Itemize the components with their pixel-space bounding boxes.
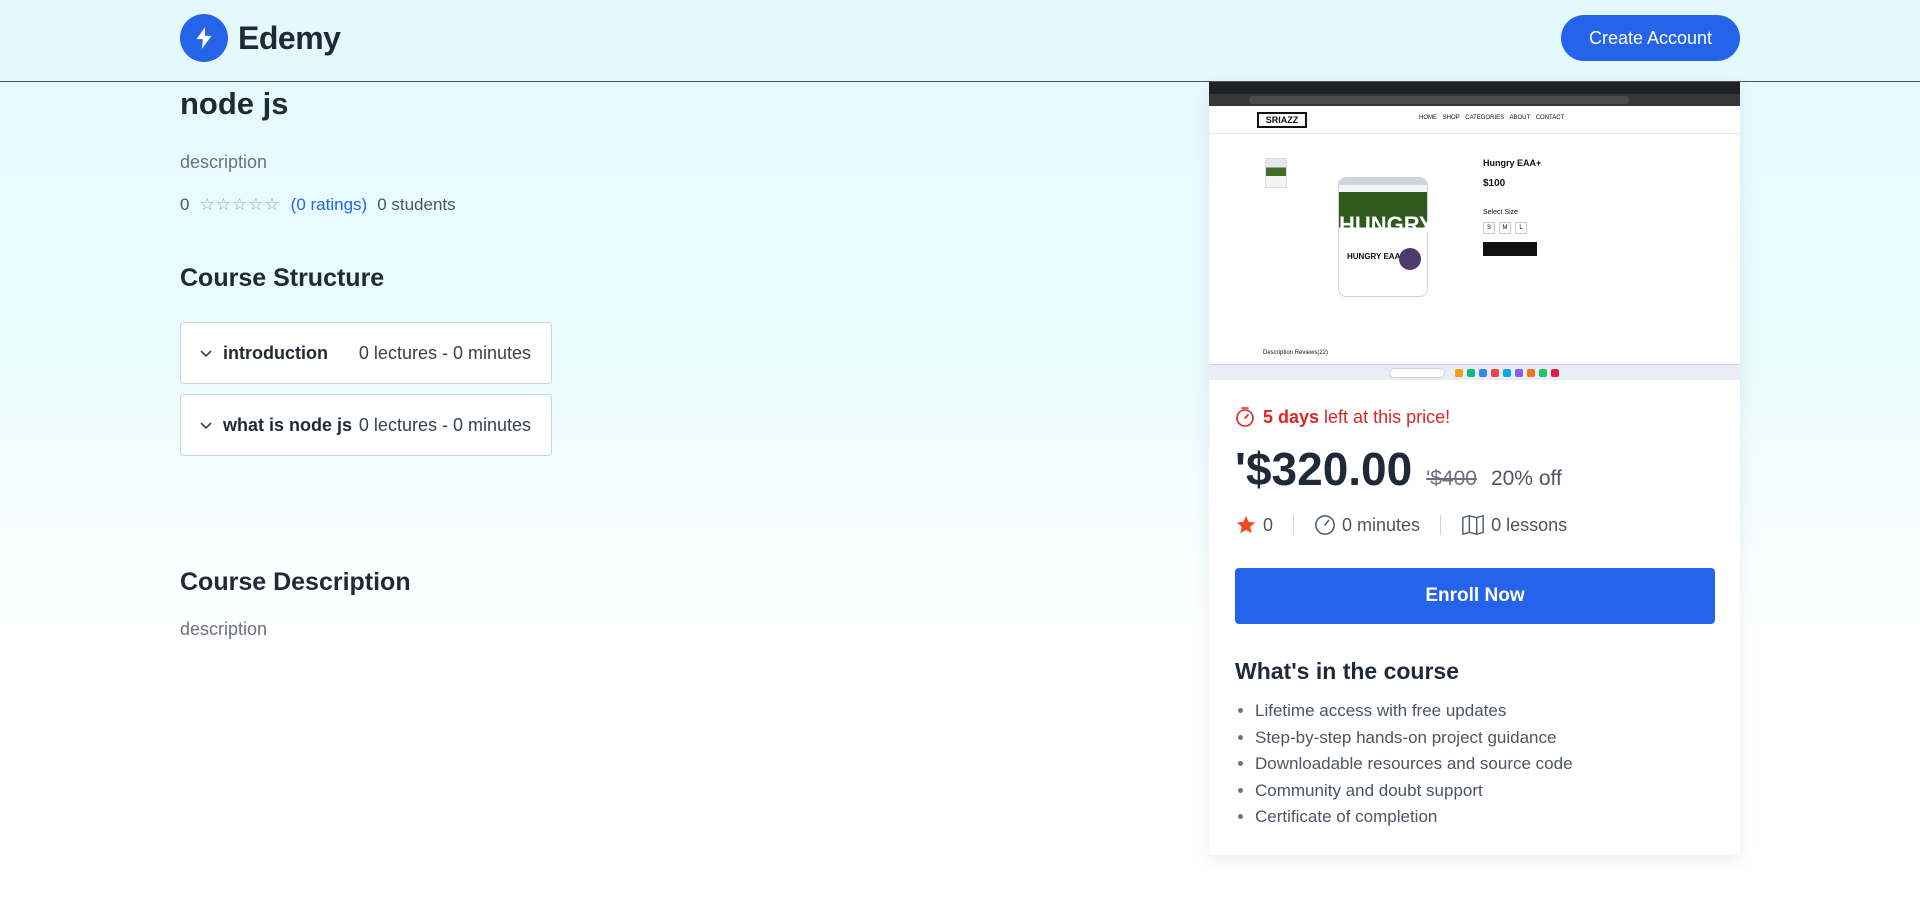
rating-stat-value: 0 xyxy=(1263,514,1274,535)
rating-value: 0 xyxy=(180,195,190,214)
course-purchase-card: SRIAZZ HOME SHOP CATEGORIES ABOUT CONTAC… xyxy=(1209,82,1740,855)
thumbnail-browser-tabs xyxy=(1209,82,1740,94)
original-price: '$400 xyxy=(1426,467,1477,490)
deal-text: left at this price! xyxy=(1319,406,1451,427)
thumbnail-size: L xyxy=(1515,222,1527,234)
tub-label: HUNGRY xyxy=(1339,212,1434,237)
tub-sublabel: HUNGRY EAA+ xyxy=(1347,252,1406,261)
thumbnail-brand: SRIAZZ xyxy=(1257,112,1307,128)
course-description-heading: Course Description xyxy=(180,568,411,596)
divider xyxy=(1293,515,1295,535)
chapter-meta: 0 lectures - 0 minutes xyxy=(358,342,531,363)
ratings-count-link[interactable]: (0 ratings) xyxy=(291,195,368,215)
course-stats: 0 0 minutes 0 lessons xyxy=(1235,514,1567,536)
thumbnail-taskbar xyxy=(1209,364,1740,380)
thumbnail-product-tub: HUNGRY HUNGRY EAA+ xyxy=(1338,177,1434,297)
lessons-stat: 0 lessons xyxy=(1461,514,1567,536)
list-item: Downloadable resources and source code xyxy=(1255,751,1573,778)
list-item: Certificate of completion xyxy=(1255,804,1573,831)
course-description-body: description xyxy=(180,619,268,639)
timer-icon xyxy=(1236,407,1254,427)
list-item: Community and doubt support xyxy=(1255,778,1573,805)
current-price: '$320.00 xyxy=(1235,443,1413,495)
features-list: Lifetime access with free updates Step-b… xyxy=(1255,698,1573,831)
thumbnail-sizes: S M L xyxy=(1483,222,1703,234)
tub-berry-graphic xyxy=(1399,248,1421,270)
thumbnail-product-tabs: Description Reviews(22) xyxy=(1263,350,1329,356)
price-row: '$320.00 '$400 20% off xyxy=(1235,442,1562,496)
deal-timer: 5 days left at this price! xyxy=(1235,406,1450,428)
rating-stat: 0 xyxy=(1235,514,1273,536)
students-count: 0 students xyxy=(377,195,456,214)
course-meta: 0 ☆☆☆☆☆ (0 ratings) 0 students xyxy=(180,195,456,215)
duration-stat: 0 minutes xyxy=(1314,514,1420,536)
thumbnail-product-mini xyxy=(1265,158,1287,188)
lightning-icon xyxy=(180,14,228,62)
chapter-accordion[interactable]: what is node js 0 lectures - 0 minutes xyxy=(180,394,552,456)
thumbnail-product-price: $100 xyxy=(1483,178,1506,189)
chevron-down-icon xyxy=(200,422,212,430)
list-item: Step-by-step hands-on project guidance xyxy=(1255,725,1573,752)
chapter-title: what is node js xyxy=(223,414,353,435)
lessons-value: 0 lessons xyxy=(1491,514,1568,535)
list-item: Lifetime access with free updates xyxy=(1255,698,1573,725)
deal-days: 5 days xyxy=(1263,406,1320,427)
chevron-down-icon xyxy=(200,350,212,358)
book-icon xyxy=(1462,515,1484,535)
course-title: node js xyxy=(180,86,289,121)
course-structure-heading: Course Structure xyxy=(180,264,385,292)
create-account-button[interactable]: Create Account xyxy=(1561,15,1740,61)
chapter-meta: 0 lectures - 0 minutes xyxy=(358,414,531,435)
thumbnail-product-name: Hungry EAA+ xyxy=(1483,158,1542,168)
thumbnail-add-to-cart xyxy=(1483,242,1537,256)
logo[interactable]: Edemy xyxy=(180,14,341,62)
course-description-short: description xyxy=(180,152,268,172)
enroll-now-button[interactable]: Enroll Now xyxy=(1235,568,1715,624)
thumbnail-address-bar xyxy=(1209,94,1740,106)
duration-value: 0 minutes xyxy=(1342,514,1421,535)
top-navbar: Edemy Create Account xyxy=(0,0,1920,82)
thumbnail-product-info: Hungry EAA+ $100 Select Size S M L xyxy=(1483,158,1703,256)
thumbnail-site-nav: SRIAZZ HOME SHOP CATEGORIES ABOUT CONTAC… xyxy=(1209,106,1740,134)
divider xyxy=(1440,515,1442,535)
thumbnail-size: S xyxy=(1483,222,1495,234)
chapter-accordion[interactable]: introduction 0 lectures - 0 minutes xyxy=(180,322,552,384)
logo-text: Edemy xyxy=(238,19,341,56)
course-thumbnail: SRIAZZ HOME SHOP CATEGORIES ABOUT CONTAC… xyxy=(1209,82,1740,380)
discount-label: 20% off xyxy=(1490,467,1562,490)
thumbnail-size: M xyxy=(1499,222,1511,234)
thumbnail-select-size: Select Size xyxy=(1483,209,1519,216)
rating-stars: ☆☆☆☆☆ xyxy=(199,195,281,214)
thumbnail-nav-links: HOME SHOP CATEGORIES ABOUT CONTACT xyxy=(1419,115,1565,121)
whats-in-course-heading: What's in the course xyxy=(1235,658,1460,684)
star-icon xyxy=(1236,515,1256,534)
chapter-title: introduction xyxy=(223,342,328,363)
clock-icon xyxy=(1315,515,1335,535)
